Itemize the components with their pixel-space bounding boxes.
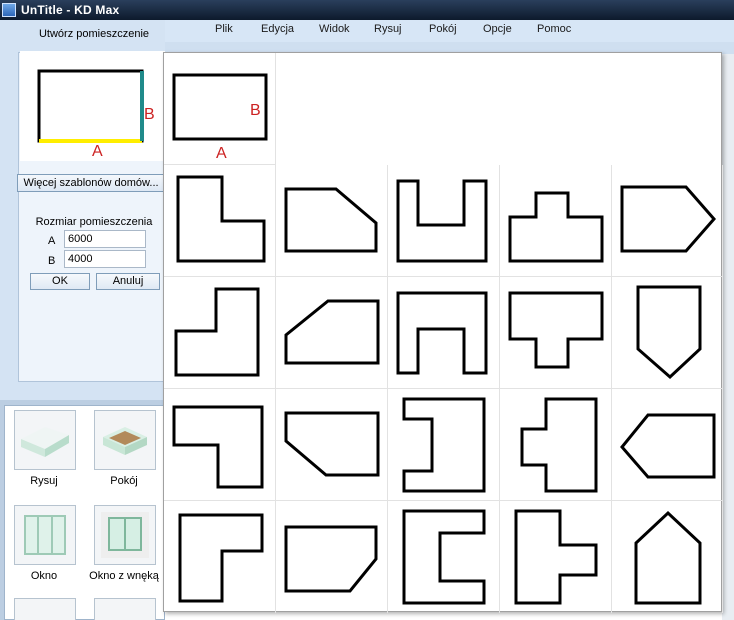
arrow-left-shape [620,413,716,479]
title-bar: UnTitle - KD Max [0,0,734,20]
bracket-left-shape [402,397,486,493]
tool-door-double[interactable] [94,598,156,620]
template-arrow-right[interactable] [612,165,723,277]
template-cut-corner[interactable] [276,165,388,277]
menu-view[interactable]: Widok [319,23,350,35]
arrow-right-shape [620,185,716,253]
cut-corner-bottom-shape [284,411,380,477]
c-shape [402,509,486,605]
tool-window-recess[interactable] [94,505,156,565]
l-shape-down [172,405,264,489]
trapezoid-shape [284,525,378,593]
menu-bar: Plik Edycja Widok Rysuj Pokój Opcje Pomo… [165,20,734,42]
ok-button[interactable]: OK [30,273,90,290]
tool-walls-label: Rysuj [30,475,58,487]
template-trapezoid[interactable] [276,501,388,613]
app-icon [2,3,16,17]
cut-corner-shape [284,187,378,253]
room-preview-drawing: B A [37,69,155,160]
template-l-shape-up[interactable] [164,501,276,613]
cross-right-shape [514,509,598,605]
room-size-title: Rozmiar pomieszczenia [35,216,153,228]
template-l-shape[interactable] [164,165,276,277]
field-a-label: A [48,235,56,247]
t-shape [508,191,604,263]
t-shape-down [508,291,604,369]
create-room-title: Utwórz pomieszczenie [38,28,150,40]
tool-window-label: Okno [30,570,58,582]
menu-help[interactable]: Pomoc [537,23,571,35]
window-icon [24,515,66,555]
menu-draw[interactable]: Rysuj [374,23,402,35]
l-shape-flipped [174,287,260,377]
l-shape-up [178,513,264,603]
menu-file[interactable]: Plik [215,23,233,35]
cross-left-shape [520,397,598,493]
template-u-shape[interactable] [388,165,500,277]
n-shape [396,291,488,375]
template-n-shape[interactable] [388,277,500,389]
template-l-shape-flipped[interactable] [164,277,276,389]
tool-window[interactable] [14,505,76,565]
template-cross-right[interactable] [500,501,612,613]
room-size-a-input[interactable] [64,230,146,248]
room-preview: B A [20,51,165,161]
tool-room[interactable] [94,410,156,470]
template-rectangle[interactable]: B A [164,53,276,165]
room-size-b-input[interactable] [64,250,146,268]
menu-options[interactable]: Opcje [483,23,512,35]
template-t-shape-down[interactable] [500,277,612,389]
cancel-button[interactable]: Anuluj [96,273,160,290]
template-cut-corner-left[interactable] [276,277,388,389]
template-cross-left[interactable] [500,389,612,501]
menu-room[interactable]: Pokój [429,23,457,35]
preview-label-b: B [144,106,155,123]
tool-room-label: Pokój [110,475,138,487]
template-label-b: B [250,102,261,119]
template-pentagon-up[interactable] [612,501,723,613]
window-recess-icon [101,512,149,558]
pentagon-down-shape [636,285,702,380]
template-cut-corner-bottom[interactable] [276,389,388,501]
l-shape [176,175,266,263]
tool-door[interactable] [14,598,76,620]
template-t-shape[interactable] [500,165,612,277]
rectangle-shape: B A [172,73,268,162]
preview-label-a: A [92,143,103,160]
walls-icon [21,427,69,457]
room-template-popup: B A [163,52,723,613]
tool-window-recess-label: Okno z wnęką [89,570,159,582]
template-l-shape-down[interactable] [164,389,276,501]
more-templates-button[interactable]: Więcej szablonów domów... [17,174,165,192]
template-label-a: A [216,145,227,162]
room-icon [103,427,147,455]
window-title: UnTitle - KD Max [21,3,120,17]
template-c-shape[interactable] [388,501,500,613]
cut-corner-left-shape [284,299,380,365]
field-b-label: B [48,255,56,267]
u-shape [396,179,488,263]
template-arrow-left[interactable] [612,389,723,501]
tool-walls[interactable] [14,410,76,470]
menu-edit[interactable]: Edycja [261,23,294,35]
template-pentagon-down[interactable] [612,277,723,389]
template-bracket-left[interactable] [388,389,500,501]
pentagon-up-shape [634,510,702,605]
